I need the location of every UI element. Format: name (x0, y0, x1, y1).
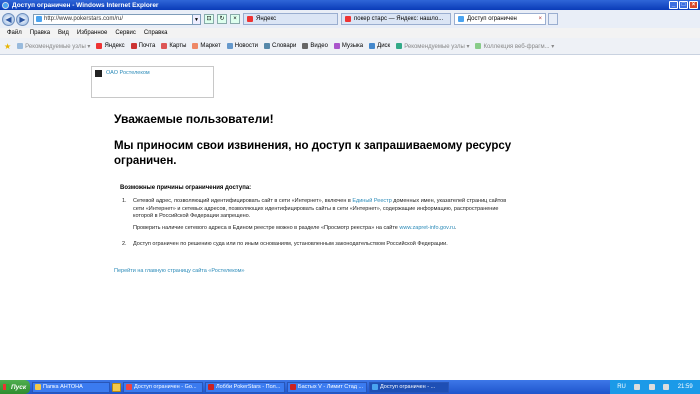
tab-label: Доступ ограничен (467, 16, 517, 22)
favorites-item-dictionaries[interactable]: Словари (263, 43, 296, 49)
yandex-icon (96, 43, 103, 49)
compatibility-view-icon[interactable]: ⊡ (204, 14, 214, 24)
help-icon[interactable] (634, 384, 641, 390)
video-icon (302, 43, 309, 49)
menu-edit[interactable]: Правка (30, 30, 50, 36)
minimize-button[interactable]: _ (669, 1, 678, 9)
list-item-number: 1. (122, 198, 127, 204)
ie-icon (372, 384, 378, 390)
maps-icon (161, 43, 168, 49)
tab-label: Яндекс (256, 16, 277, 22)
taskbar-item-ie[interactable]: Доступ ограничен - ... (369, 381, 449, 393)
list-item: 2. Доступ ограничен по решению суда или … (122, 241, 512, 253)
reasons-list: 1. Сетевой адрес, позволяющий идентифици… (122, 198, 512, 258)
start-button[interactable]: Пуск (0, 380, 30, 394)
menu-bar: Файл Правка Вид Избранное Сервис Справка (0, 28, 700, 38)
page-favicon-icon (36, 16, 42, 22)
favorites-item-maps[interactable]: Карты (161, 43, 186, 49)
chrome-icon (126, 384, 132, 390)
unified-registry-link[interactable]: Единый Реестр (352, 198, 391, 204)
close-tab-icon[interactable]: × (538, 16, 542, 22)
tab-yandex[interactable]: Яндекс (243, 13, 338, 25)
mail-icon (130, 43, 137, 49)
address-bar-row: ◀ ▶ http://www.pokerstars.com/ru/ ▼ ⊡ ↻ … (0, 10, 700, 28)
page-content: ОАО Ростелеком Уважаемые пользователи! М… (0, 56, 700, 380)
favorites-item-web-slices[interactable]: Коллекция веб-фрагм... ▾ (475, 43, 554, 50)
address-dropdown-button[interactable]: ▼ (193, 13, 201, 25)
reasons-title: Возможные причины ограничения доступа: (120, 185, 252, 191)
favorites-item-music[interactable]: Музыка (333, 43, 363, 49)
favorites-item-market[interactable]: Маркет (192, 43, 221, 49)
market-icon (192, 43, 199, 49)
back-button[interactable]: ◀ (2, 12, 15, 26)
favorites-star-icon[interactable]: ★ (4, 42, 11, 51)
favorites-item-mail[interactable]: Почта (130, 43, 155, 49)
maximize-button[interactable]: □ (679, 1, 688, 9)
web-slice-icon (475, 43, 482, 49)
ie-page-icon (458, 16, 464, 22)
disk-icon (369, 43, 376, 49)
yandex-icon (345, 16, 351, 22)
rostelecom-logo[interactable]: ОАО Ростелеком (91, 66, 214, 98)
ie-icon (396, 43, 403, 49)
favorites-item-video[interactable]: Видео (302, 43, 328, 49)
music-icon (333, 43, 340, 49)
windows-logo-icon (3, 384, 9, 390)
ie-icon (2, 1, 9, 9)
taskbar: Пуск Папка АНТОНА Доступ ограничен - Go.… (0, 380, 700, 394)
list-item-number: 2. (122, 241, 127, 247)
folder-icon (35, 384, 41, 390)
pokerstars-icon (208, 384, 214, 390)
clock: 21:59 (677, 384, 693, 390)
favorites-item-yandex[interactable]: Яндекс (96, 43, 125, 49)
menu-tools[interactable]: Сервис (115, 30, 136, 36)
favorites-item-recommended-2[interactable]: Рекомендуемые узлы ▾ (396, 43, 469, 50)
favorites-item-news[interactable]: Новости (226, 43, 258, 49)
rostelecom-logo-icon (95, 70, 102, 77)
tab-label: покер старс — Яндекс: нашло... (354, 16, 444, 22)
volume-icon[interactable] (663, 384, 670, 390)
news-icon (226, 43, 233, 49)
language-indicator[interactable]: RU (617, 384, 626, 390)
pokerstars-icon (290, 384, 296, 390)
taskbar-item-pokerstars-table[interactable]: Бастых V - Лимит Стад ... (287, 381, 367, 393)
window-controls: _ □ × (669, 1, 698, 9)
favorites-bar: ★ Рекомендуемые узлы ▾ Яндекс Почта Карт… (0, 38, 700, 55)
taskbar-item-folder[interactable]: Папка АНТОНА (32, 381, 110, 393)
menu-favorites[interactable]: Избранное (77, 30, 107, 36)
window-titlebar: Доступ ограничен - Windows Internet Expl… (0, 0, 700, 10)
system-tray: RU 21:59 (610, 380, 700, 394)
forward-button[interactable]: ▶ (16, 12, 29, 26)
favorites-item-disk[interactable]: Диск (369, 43, 390, 49)
tab-access-restricted[interactable]: Доступ ограничен × (454, 13, 546, 25)
logo-text: ОАО Ростелеком (106, 70, 150, 76)
address-field[interactable]: http://www.pokerstars.com/ru/ (33, 13, 193, 25)
new-tab-button[interactable] (548, 13, 558, 25)
network-icon[interactable] (648, 384, 655, 390)
zapret-info-link[interactable]: www.zapret-info.gov.ru (399, 225, 455, 231)
list-item: 1. Сетевой адрес, позволяющий идентифици… (122, 198, 512, 236)
menu-help[interactable]: Справка (144, 30, 168, 36)
refresh-icon[interactable]: ↻ (217, 14, 227, 24)
tab-poker-search[interactable]: покер старс — Яндекс: нашло... (341, 13, 451, 25)
favorites-item-recommended[interactable]: Рекомендуемые узлы ▾ (17, 43, 90, 50)
taskbar-item-pokerstars-lobby[interactable]: Лобби PokerStars - Пол... (205, 381, 285, 393)
home-page-link[interactable]: Перейти на главную страницу сайта «Росте… (114, 268, 245, 274)
yandex-icon (247, 16, 253, 22)
window-title: Доступ ограничен - Windows Internet Expl… (12, 1, 159, 9)
address-url: http://www.pokerstars.com/ru/ (44, 16, 124, 22)
menu-view[interactable]: Вид (58, 30, 69, 36)
ie-icon (17, 43, 24, 49)
menu-file[interactable]: Файл (7, 30, 22, 36)
stop-icon[interactable]: × (230, 14, 240, 24)
quick-launch-icon[interactable] (112, 382, 121, 392)
taskbar-item-chrome[interactable]: Доступ ограничен - Go... (123, 381, 203, 393)
close-button[interactable]: × (689, 1, 698, 9)
page-heading: Уважаемые пользователи! (114, 112, 274, 126)
dictionaries-icon (263, 43, 270, 49)
page-message: Мы приносим свои извинения, но доступ к … (114, 140, 512, 167)
